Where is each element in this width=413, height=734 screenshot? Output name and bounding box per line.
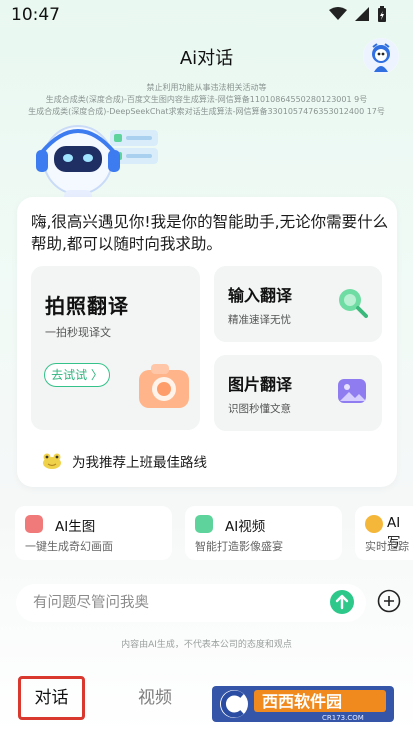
notice-line-1: 禁止利用功能从事违法相关活动等 xyxy=(146,83,267,92)
site-watermark-logo: 西西软件园 CR173.COM xyxy=(212,686,394,722)
tool-ai-write-subtitle: 实时追踪 xyxy=(365,540,409,553)
arrow-up-icon xyxy=(335,594,349,610)
tool-ai-write[interactable]: AI写 实时追踪 xyxy=(355,506,413,560)
suggestion-item[interactable]: 为我推荐上班最佳路线 xyxy=(42,451,207,471)
notice-line-3: 生成合成类(深度合成)-DeepSeekChat求索对话生成算法-网信算备330… xyxy=(28,107,385,116)
notice-line-2: 生成合成类(深度合成)-百度文生图内容生成算法-网信算备110108645502… xyxy=(45,95,368,104)
tool-ai-image-title: AI生图 xyxy=(55,519,96,535)
photo-translate-card[interactable]: 拍照翻译 一拍秒现译文 去试试 〉 xyxy=(31,266,200,430)
status-icons xyxy=(329,6,387,22)
signal-icon xyxy=(355,7,369,21)
tool-ai-image-subtitle: 一键生成奇幻画面 xyxy=(25,540,113,553)
tool-ai-video[interactable]: AI视频 智能打造影像盛宴 xyxy=(185,506,342,560)
tool-ai-video-title: AI视频 xyxy=(225,519,266,535)
picture-icon xyxy=(25,515,43,533)
status-bar: 10:47 xyxy=(0,0,413,30)
add-button[interactable] xyxy=(377,589,401,613)
suggestion-text: 为我推荐上班最佳路线 xyxy=(72,455,207,471)
status-time: 10:47 xyxy=(11,5,60,25)
ai-disclaimer: 内容由AI生成，不代表本公司的态度和观点 xyxy=(121,640,292,650)
svg-text:CR173.COM: CR173.COM xyxy=(322,714,364,722)
camera-icon xyxy=(139,364,189,408)
input-translate-card[interactable]: 输入翻译 精准速译无忧 xyxy=(214,266,382,342)
chat-input-box xyxy=(16,584,366,622)
send-button[interactable] xyxy=(330,590,354,614)
robot-avatar-icon xyxy=(363,38,399,74)
greeting-text: 嗨,很高兴遇见你!我是你的智能助手,无论你需要什么帮助,都可以随时向我求助。 xyxy=(31,213,389,253)
tab-video[interactable]: 视频 xyxy=(124,676,186,720)
battery-icon xyxy=(378,6,386,22)
wifi-icon xyxy=(329,7,347,20)
avatar[interactable] xyxy=(363,38,399,74)
input-translate-title: 输入翻译 xyxy=(228,286,293,305)
magnifier-icon xyxy=(339,289,368,318)
tool-ai-video-subtitle: 智能打造影像盛宴 xyxy=(195,540,283,553)
video-icon xyxy=(195,515,213,533)
chat-input[interactable] xyxy=(33,590,323,616)
page-title: Ai对话 xyxy=(179,48,234,69)
input-translate-subtitle: 精准速译无忧 xyxy=(228,314,291,326)
image-translate-title: 图片翻译 xyxy=(228,375,293,394)
tab-chat[interactable]: 对话 xyxy=(18,676,85,720)
tool-ai-image[interactable]: AI生图 一键生成奇幻画面 xyxy=(15,506,172,560)
photo-translate-subtitle: 一拍秒现译文 xyxy=(45,326,111,339)
photo-translate-title: 拍照翻译 xyxy=(45,294,129,318)
image-translate-card[interactable]: 图片翻译 识图秒懂文意 xyxy=(214,355,382,431)
svg-text:西西软件园: 西西软件园 xyxy=(262,692,342,711)
image-icon xyxy=(338,379,366,403)
try-button[interactable]: 去试试 〉 xyxy=(44,363,110,387)
bulb-icon xyxy=(365,515,383,533)
image-translate-subtitle: 识图秒懂文意 xyxy=(228,403,291,415)
frog-icon xyxy=(43,453,61,469)
